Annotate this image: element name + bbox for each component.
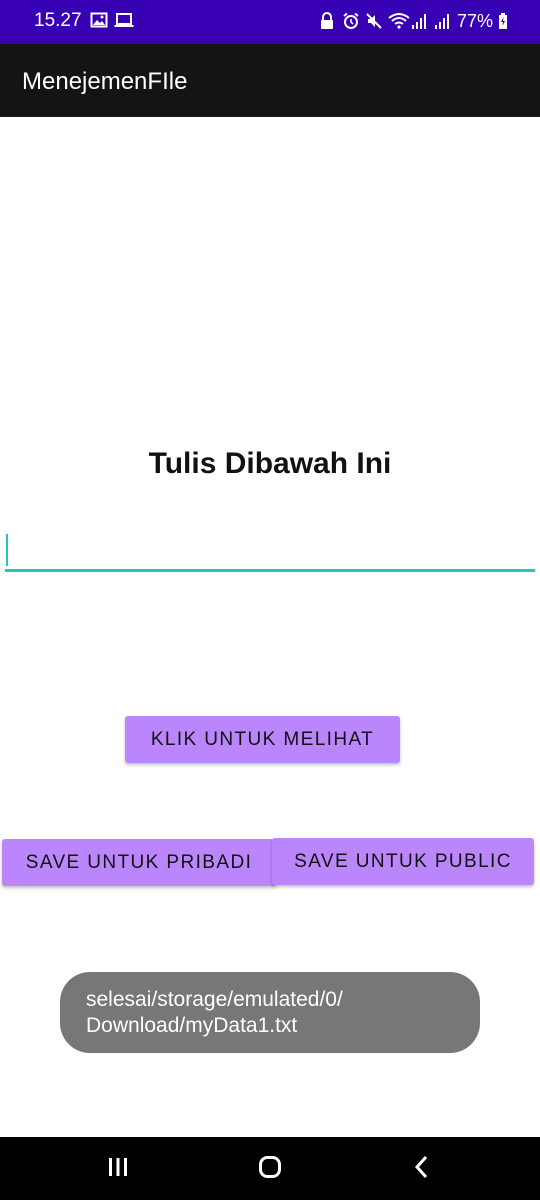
battery-icon <box>498 12 508 30</box>
recents-icon <box>107 1157 129 1182</box>
recents-button[interactable] <box>98 1149 138 1189</box>
status-left-icons <box>90 11 134 29</box>
laptop-icon <box>114 11 134 29</box>
page-heading: Tulis Dibawah Ini <box>148 447 392 480</box>
view-file-button[interactable]: KLIK UNTUK MELIHAT <box>125 716 400 763</box>
signal-icon <box>411 12 429 30</box>
back-icon <box>414 1155 430 1184</box>
text-input[interactable] <box>5 530 535 569</box>
status-right: 77% <box>319 9 508 33</box>
toast-line-1: selesai/storage/emulated/0/ <box>86 988 343 1011</box>
app-title: MenejemenFIle <box>22 68 188 95</box>
app-bar: MenejemenFIle <box>0 44 540 117</box>
image-icon <box>90 11 108 29</box>
alarm-icon <box>342 12 360 30</box>
save-private-button[interactable]: SAVE UNTUK PRIBADI <box>2 839 276 886</box>
mute-icon <box>365 12 383 30</box>
save-public-button[interactable]: SAVE UNTUK PUBLIC <box>272 838 534 885</box>
wifi-icon <box>388 12 410 30</box>
status-time: 15.27 <box>34 10 82 31</box>
toast-message: selesai/storage/emulated/0/ Download/myD… <box>60 972 480 1053</box>
app-screen: 15.27 77% MenejemenFIle Tulis Dibawah In… <box>0 0 540 1200</box>
status-bar: 15.27 77% <box>0 0 540 44</box>
text-input-container[interactable] <box>5 530 535 572</box>
battery-percent: 77% <box>456 11 493 31</box>
text-cursor <box>6 534 8 566</box>
home-icon <box>258 1155 282 1184</box>
navigation-bar <box>0 1137 540 1200</box>
home-button[interactable] <box>250 1149 290 1189</box>
lock-icon <box>319 12 337 30</box>
toast-line-2: Download/myData1.txt <box>86 1014 298 1037</box>
back-button[interactable] <box>402 1149 442 1189</box>
signal-icon <box>434 12 452 30</box>
